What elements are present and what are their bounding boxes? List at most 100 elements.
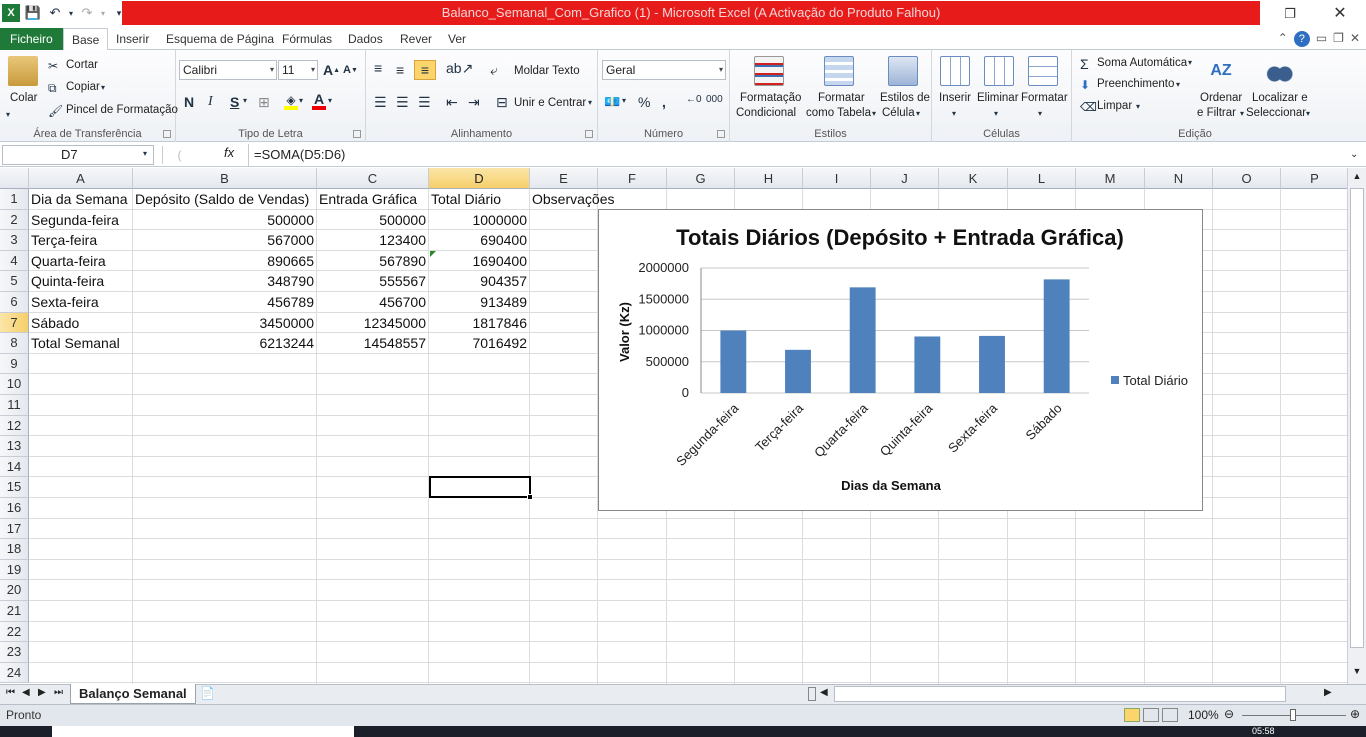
font-color-icon[interactable]: A [312,91,326,110]
row-header-4[interactable]: 4 [0,250,29,272]
clear-dropdown-icon[interactable]: ▾ [1136,102,1140,111]
cell-b2[interactable]: 500000 [133,210,314,230]
column-header-a[interactable]: A [29,168,133,189]
format-as-table-label-1[interactable]: Formatar [818,92,865,104]
row-header-23[interactable]: 23 [0,642,29,663]
number-format-dropdown-icon[interactable]: ▾ [719,61,723,79]
cell-e1[interactable]: Observações [532,189,614,209]
decrease-indent-icon[interactable]: ⇤ [446,94,458,111]
font-name-dropdown-icon[interactable]: ▾ [270,61,274,79]
merge-dropdown-icon[interactable]: ▾ [588,98,592,107]
format-as-table-label-2[interactable]: como Tabela [806,107,871,119]
sort-filter-label-1[interactable]: Ordenar [1200,92,1242,104]
row-header-12[interactable]: 12 [0,415,29,437]
row-header-14[interactable]: 14 [0,456,29,478]
fill-color-dropdown-icon[interactable]: ▾ [299,96,303,105]
conditional-formatting-label-1[interactable]: Formatação [740,92,801,104]
horizontal-scroll-thumb[interactable] [834,686,1286,702]
scroll-right-icon[interactable]: ▶ [1324,687,1332,698]
increase-decimal-icon[interactable]: ←0 [686,94,702,105]
formula-bar-splitter-icon[interactable]: ( [162,146,196,164]
last-sheet-icon[interactable]: ⏭ [54,687,63,698]
decrease-decimal-icon[interactable]: 000 [706,94,723,105]
borders-icon[interactable]: ⊞ [258,94,270,111]
underline-dropdown-icon[interactable]: ▾ [243,96,247,105]
cell-d8[interactable]: 7016492 [429,333,527,353]
scroll-left-icon[interactable]: ◀ [820,687,828,698]
cell-a8[interactable]: Total Semanal [31,333,120,353]
row-header-24[interactable]: 24 [0,662,29,684]
zoom-in-icon[interactable]: ⊕ [1350,707,1360,721]
row-header-17[interactable]: 17 [0,518,29,540]
row-header-21[interactable]: 21 [0,601,29,622]
clipboard-launcher-icon[interactable] [163,130,171,138]
vertical-scroll-thumb[interactable] [1350,188,1364,648]
column-header-g[interactable]: G [667,168,735,189]
zoom-level[interactable]: 100% [1188,708,1219,722]
find-select-label-1[interactable]: Localizar e [1252,92,1308,104]
row-header-10[interactable]: 10 [0,374,29,395]
cell-a6[interactable]: Sexta-feira [31,292,99,312]
column-header-e[interactable]: E [530,168,598,189]
select-all-corner[interactable] [0,168,29,189]
tab-view[interactable]: Ver [444,28,470,50]
grow-font-icon[interactable]: A ▲ [323,62,340,78]
tab-split-handle[interactable] [808,687,816,701]
paste-dropdown-icon[interactable]: ▾ [6,110,10,119]
cell-a5[interactable]: Quinta-feira [31,271,104,291]
cell-d6[interactable]: 913489 [429,292,527,312]
find-select-label-2[interactable]: Seleccionar [1246,107,1306,119]
insert-sheet-icon[interactable]: 📄 [200,686,215,700]
align-center-icon[interactable]: ☰ [396,94,409,111]
accounting-dropdown-icon[interactable]: ▾ [622,96,626,105]
tab-review[interactable]: Rever [396,28,436,50]
align-left-icon[interactable]: ☰ [374,94,387,111]
row-header-7[interactable]: 7 [0,312,29,334]
taskbar-window-preview[interactable] [52,726,354,737]
cell-c5[interactable]: 555567 [317,271,426,291]
cell-styles-dropdown-icon[interactable]: ▾ [916,109,920,118]
row-header-11[interactable]: 11 [0,395,29,416]
sort-filter-dropdown-icon[interactable]: ▾ [1240,109,1244,118]
normal-view-icon[interactable] [1124,708,1140,722]
insert-cells-button[interactable]: Inserir [939,92,971,104]
font-size-dropdown-icon[interactable]: ▾ [311,61,315,79]
sort-filter-label-2[interactable]: e Filtrar [1197,107,1236,119]
tab-page-layout[interactable]: Esquema de Página [162,28,278,50]
insert-dropdown-icon[interactable]: ▾ [952,109,956,118]
chart[interactable]: Totais Diários (Depósito + Entrada Gráfi… [598,209,1203,511]
number-launcher-icon[interactable] [717,130,725,138]
wrap-text-button[interactable]: Moldar Texto [514,65,580,77]
clear-button[interactable]: Limpar [1097,100,1132,112]
copy-button[interactable]: Copiar [66,81,100,93]
format-painter-button[interactable]: Pincel de Formatação [66,104,178,116]
column-header-k[interactable]: K [939,168,1008,189]
scroll-up-icon[interactable]: ▲ [1350,171,1364,185]
help-icon[interactable]: ? [1293,31,1310,47]
formula-input[interactable]: =SOMA(D5:D6) [248,144,1344,166]
page-break-view-icon[interactable] [1162,708,1178,722]
row-header-19[interactable]: 19 [0,559,29,581]
format-as-table-dropdown-icon[interactable]: ▾ [872,109,876,118]
row-header-1[interactable]: 1 [0,189,29,210]
column-header-p[interactable]: P [1281,168,1347,189]
conditional-formatting-icon[interactable] [754,56,784,86]
autosum-button[interactable]: Soma Automática [1097,57,1187,69]
scroll-down-icon[interactable]: ▼ [1350,666,1364,680]
orientation-icon[interactable]: ab↗ [446,60,473,77]
autosum-dropdown-icon[interactable]: ▾ [1188,58,1192,67]
cell-c3[interactable]: 123400 [317,230,426,250]
column-header-o[interactable]: O [1213,168,1281,189]
first-sheet-icon[interactable]: ⏮ [6,687,15,698]
close-window-button[interactable]: ✕ [1320,2,1360,26]
align-middle-icon[interactable]: ≡ [396,62,404,78]
merge-center-button[interactable]: Unir e Centrar [514,97,586,109]
column-header-m[interactable]: M [1076,168,1145,189]
column-header-b[interactable]: B [133,168,317,189]
cut-icon[interactable]: ✂ [48,59,58,73]
close-doc-icon[interactable]: ✕ [1350,31,1360,47]
prev-sheet-icon[interactable]: ◀ [22,687,30,698]
tab-data[interactable]: Dados [344,28,387,50]
cell-b5[interactable]: 348790 [133,271,314,291]
copy-dropdown-icon[interactable]: ▾ [101,83,105,92]
